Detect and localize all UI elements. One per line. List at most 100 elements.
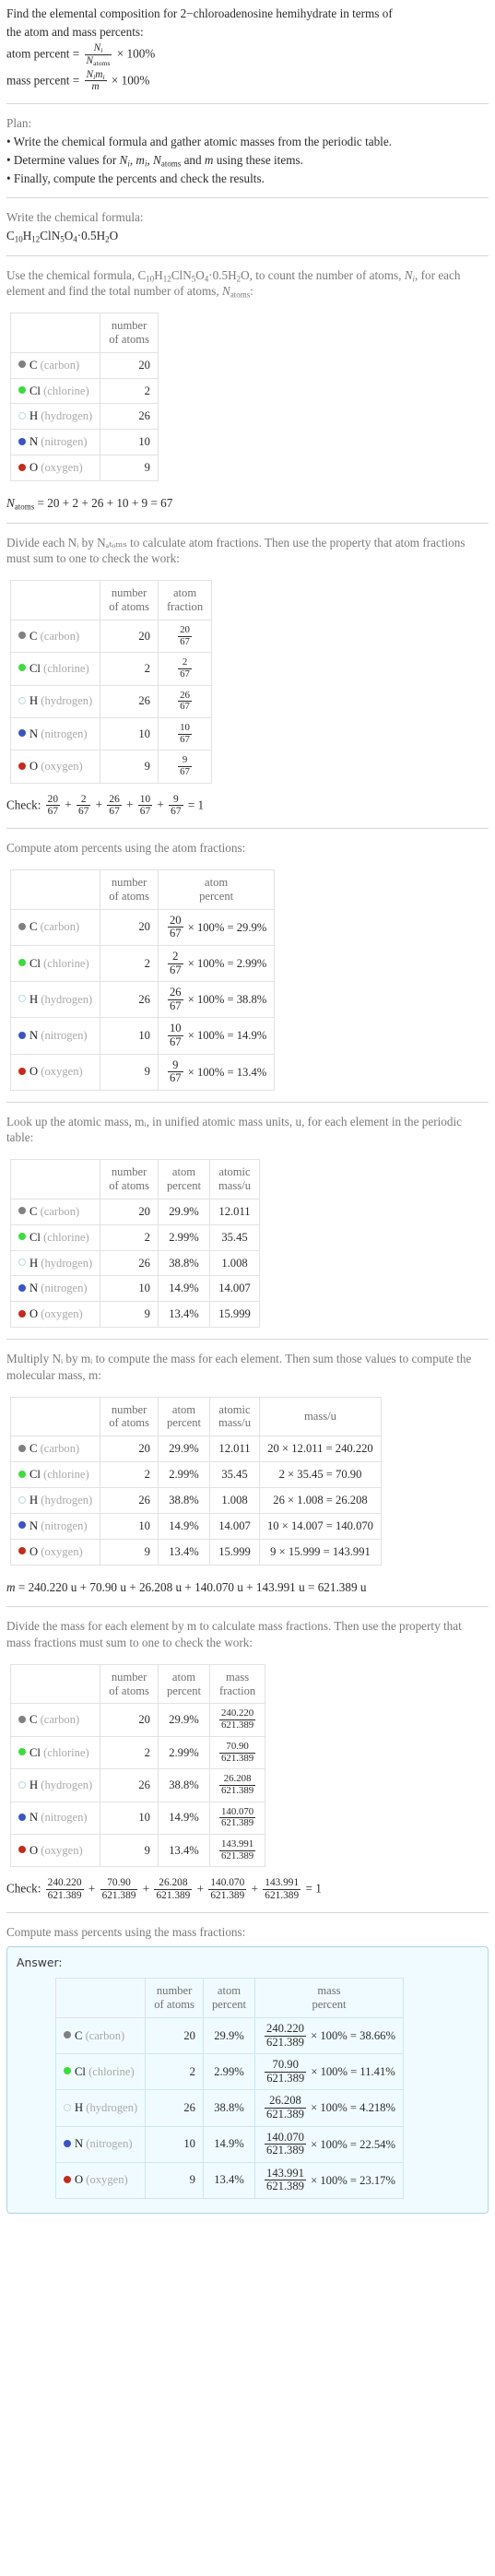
fraction-denominator: 621.389 (219, 1817, 256, 1829)
atom-percent-table-body: C (carbon) 20 20 67 × 100% = 29.9% Cl (chlor… (9, 908, 276, 1091)
hdr-l1: atom (171, 1165, 196, 1179)
sum-term: 70.90 u (89, 1579, 126, 1594)
fraction-denominator: 621.389 (219, 1752, 256, 1764)
hdr-l1: atom (171, 1402, 196, 1416)
element-cell: Cl (chlorine) (9, 652, 101, 686)
hdr-l2: of atoms (154, 1998, 194, 2012)
element-cell: H (hydrogen) (9, 403, 101, 431)
mass-expression-cell: 9 × 15.999 = 143.991 (259, 1538, 382, 1566)
element-name: (nitrogen) (41, 1029, 88, 1042)
formula-part: Cl (40, 228, 52, 242)
atom-percent-cell: 13.4% (202, 2161, 256, 2199)
element-color-dot (18, 1470, 26, 1478)
fraction-numerator: 143.991 (266, 2166, 304, 2180)
atom-count-cell: 2 (100, 1735, 159, 1770)
element-color-dot (18, 386, 26, 395)
mass-percent-cell: 240.220 621.389 × 100% = 38.66% (254, 2017, 404, 2055)
m-ref-b: m (6, 1579, 16, 1594)
table-row: Cl (chlorine) 2 (9, 377, 159, 405)
sum-term: 26.208 u (138, 1579, 183, 1594)
element-color-dot (18, 1748, 26, 1756)
fraction-denominator: 67 (107, 805, 122, 818)
fraction-numerator: 140.070 (210, 1877, 245, 1889)
element-cell: C (carbon) (9, 1703, 101, 1737)
hundred-percent: 100% (126, 46, 156, 61)
Natoms-ref-a: N (153, 152, 161, 167)
element-cell: O (oxygen) (9, 750, 101, 784)
hdr-l1: number (111, 1402, 147, 1416)
element-color-dot (18, 1067, 26, 1075)
atom-percent-cell: 2.99% (157, 1461, 211, 1489)
element-color-dot (64, 2175, 71, 2183)
atom-count-table-body: C (carbon) 20 Cl (chlorine) 2 H (hydrogen) 26… (9, 351, 159, 482)
element-color-dot (18, 729, 26, 738)
hundred-percent-2: 100% (121, 73, 150, 88)
mass-table-body: C (carbon) 20 29.9% 12.011 20 × 12.011 = 240… (9, 1436, 382, 1566)
fraction-denominator: 621.389 (100, 1888, 138, 1901)
fraction: 26 67 (107, 794, 122, 818)
element-symbol: Cl (75, 2064, 86, 2078)
atom-count-cell: 9 (100, 455, 159, 482)
sum-term: 10 (116, 496, 129, 511)
mass-fraction-text: Divide the mass for each element by m to… (6, 1619, 462, 1650)
fraction-numerator: 240.220 (266, 2022, 304, 2036)
hdr-l2: of atoms (109, 889, 149, 903)
element-cell: O (oxygen) (9, 455, 101, 482)
fraction: 20 67 (45, 794, 60, 818)
fraction: 9 67 (167, 1058, 183, 1085)
element-cell: Cl (chlorine) (54, 2053, 147, 2091)
mass-percent-value: 4.218% (359, 2101, 395, 2115)
atom-count-cell: 2 (100, 652, 159, 686)
hdr-l1: number (111, 586, 147, 600)
equals-sign: = (72, 46, 80, 61)
fraction-numerator: 10 (169, 1022, 182, 1035)
atom-count-cell: 10 (100, 717, 159, 751)
fraction: 240.220 621.389 (45, 1877, 84, 1901)
atom-count-cell: 10 (100, 1017, 159, 1055)
header-atom-percent: atom percent (157, 869, 276, 910)
mass-fraction-block: Divide the mass for each element by m to… (6, 1618, 489, 1901)
mass-percent-value: 11.41% (359, 2065, 395, 2079)
element-cell: N (nitrogen) (54, 2125, 147, 2163)
atom-percent-cell: 29.9% (157, 1703, 211, 1737)
fraction-denominator: 67 (77, 805, 91, 818)
atomic-mass-cell: 12.011 (209, 1436, 260, 1463)
table-row: N (nitrogen) 10 10 67 × 100% = 14.9% (9, 1017, 276, 1055)
equals-sign-2: = (72, 73, 80, 88)
element-cell: O (oxygen) (54, 2161, 147, 2199)
fraction: 2 67 (167, 950, 183, 976)
divider-6 (6, 1101, 489, 1103)
atom-count-cell: 2 (100, 944, 159, 983)
atoms-sum-terms: 20 + 2 + 26 + 10 + 9 (47, 496, 148, 511)
formula-part: H12 (154, 267, 171, 284)
element-name: (nitrogen) (86, 2137, 133, 2151)
table-row: O (oxygen) 9 13.4% 143.991 621.389 (9, 1834, 266, 1868)
element-symbol: C (29, 1713, 38, 1727)
answer-box: Answer: number of atoms atom percent mas… (6, 1945, 489, 2214)
element-cell: C (carbon) (9, 908, 101, 946)
header-atomic-mass: atomic mass/u (209, 1396, 260, 1437)
element-symbol: Cl (29, 661, 41, 675)
element-name: (nitrogen) (41, 1518, 88, 1532)
element-symbol: N (29, 435, 39, 449)
atom-percent-cell: 13.4% (157, 1834, 211, 1868)
atom-count-cell: 20 (100, 619, 159, 654)
element-color-dot (18, 1031, 26, 1039)
element-symbol: C (29, 1204, 38, 1218)
hdr-l1: atom (172, 586, 197, 600)
element-cell: H (hydrogen) (9, 1249, 101, 1277)
element-cell: Cl (chlorine) (9, 944, 101, 983)
fraction-denominator: 67 (167, 963, 183, 976)
element-name: (nitrogen) (41, 1811, 88, 1825)
atom-count-cell: 10 (100, 1512, 159, 1540)
computation-page: Find the elemental composition for 2−chl… (0, 0, 495, 2223)
fraction-numerator: 26 (169, 986, 182, 999)
hdr-l2: percent (166, 1684, 202, 1697)
header-number-of-atoms: number of atoms (100, 312, 159, 353)
check-label: Check: (6, 798, 41, 812)
element-name: (hydrogen) (86, 2101, 138, 2115)
element-name: (hydrogen) (41, 694, 93, 708)
element-color-dot (18, 1547, 26, 1555)
fraction-denominator: 621.389 (265, 2071, 307, 2085)
mi-ref-a: m (136, 152, 145, 167)
